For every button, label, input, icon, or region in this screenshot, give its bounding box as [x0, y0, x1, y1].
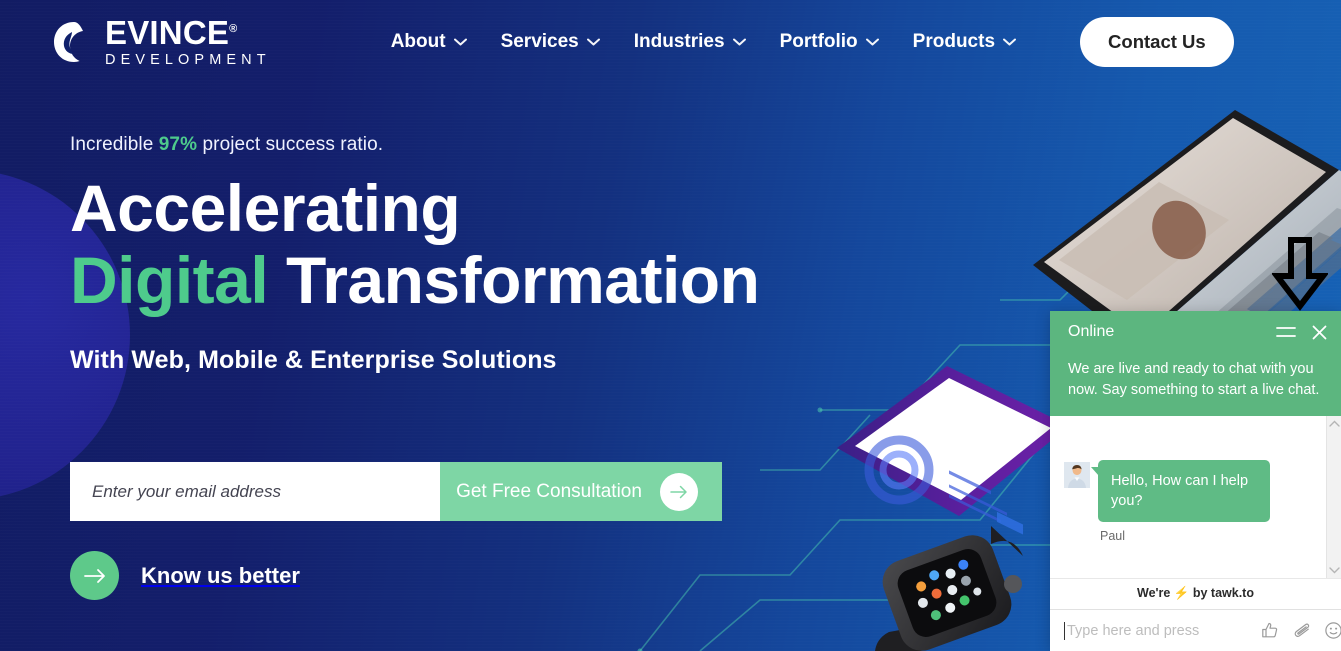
tawk-branding[interactable]: We're ⚡ by tawk.to — [1050, 578, 1341, 609]
hero-content: Incredible 97% project success ratio. Ac… — [70, 134, 760, 375]
chat-message-input[interactable] — [1064, 621, 1254, 640]
headline-highlight: Digital — [70, 242, 269, 317]
nav-label: Services — [500, 30, 579, 52]
site-logo[interactable]: EVINCE® DEVELOPMENT — [52, 16, 271, 68]
top-navigation-bar: EVINCE® DEVELOPMENT About Services Indus… — [0, 0, 1341, 83]
nav-item-portfolio[interactable]: Portfolio — [780, 31, 879, 53]
eyebrow-suffix: project success ratio. — [197, 134, 384, 155]
logo-name: EVINCE — [105, 13, 230, 51]
chat-status-badge: Online — [1068, 323, 1115, 340]
arrow-right-icon — [659, 472, 698, 511]
chat-message-sender: Paul — [1100, 529, 1126, 544]
know-us-better-label: Know us better — [141, 562, 300, 588]
nav-item-services[interactable]: Services — [501, 31, 600, 53]
hero-subheadline: With Web, Mobile & Enterprise Solutions — [70, 345, 557, 374]
email-input[interactable] — [70, 462, 440, 521]
user-avatar-icon — [1064, 462, 1090, 489]
spartan-helmet-icon — [54, 21, 83, 62]
chevron-down-icon — [453, 38, 467, 45]
arrow-right-icon — [70, 551, 119, 600]
nav-label: About — [390, 30, 446, 52]
know-us-better-link[interactable]: Know us better — [70, 551, 300, 600]
eyebrow-prefix: Incredible — [70, 134, 159, 155]
chat-message: Hello, How can I help you? Paul — [1064, 460, 1325, 543]
chat-scrollbar[interactable] — [1326, 416, 1341, 578]
branding-prefix: We're — [1137, 586, 1174, 600]
chat-header: Online We are live and ready to chat wit… — [1050, 311, 1341, 417]
headline-line-2: Digital Transformation — [70, 242, 760, 320]
close-icon[interactable] — [1312, 325, 1327, 340]
logo-tagline: DEVELOPMENT — [105, 51, 271, 68]
branding-suffix: by tawk.to — [1189, 586, 1254, 600]
nav-label: Industries — [633, 30, 725, 52]
chevron-down-icon — [732, 38, 746, 45]
nav-item-about[interactable]: About — [391, 31, 467, 53]
chevron-down-icon — [586, 38, 600, 45]
get-free-consultation-button[interactable]: Get Free Consultation — [440, 462, 722, 521]
arrow-down-icon — [1272, 237, 1328, 311]
chat-greeting-text: We are live and ready to chat with you n… — [1068, 361, 1320, 398]
chat-input-bar — [1050, 609, 1341, 651]
hero-eyebrow: Incredible 97% project success ratio. — [70, 134, 759, 156]
thumbs-up-icon[interactable] — [1260, 621, 1279, 640]
hamburger-menu-icon[interactable] — [1276, 325, 1296, 339]
chevron-down-icon — [1003, 38, 1017, 45]
contact-us-button[interactable]: Contact Us — [1080, 16, 1234, 67]
chevron-down-icon — [865, 38, 879, 45]
main-menu: About Services Industries Portfolio Prod… — [391, 16, 1234, 67]
nav-item-products[interactable]: Products — [912, 30, 1017, 53]
tawk-chat-widget: Online We are live and ready to chat wit… — [1050, 311, 1341, 651]
headline-line-1: Accelerating — [70, 171, 461, 245]
emoji-smile-icon[interactable] — [1324, 621, 1341, 640]
chat-message-bubble: Hello, How can I help you? — [1091, 460, 1270, 523]
page-title: Accelerating Digital Transformation — [70, 170, 760, 320]
logo-registered-mark: ® — [229, 22, 238, 35]
chevron-up-icon[interactable] — [1328, 420, 1340, 427]
chevron-down-icon[interactable] — [1328, 567, 1340, 574]
nav-label: Products — [912, 30, 996, 52]
paperclip-icon[interactable] — [1292, 621, 1311, 640]
chat-message-list: Hello, How can I help you? Paul — [1050, 416, 1341, 578]
lightning-bolt-icon: ⚡ — [1173, 586, 1190, 600]
newsletter-consultation-form: Get Free Consultation — [70, 462, 722, 521]
cta-label: Get Free Consultation — [456, 480, 642, 502]
headline-rest: Transformation — [268, 242, 760, 317]
nav-item-industries[interactable]: Industries — [634, 31, 746, 53]
success-ratio-stat: 97% — [158, 134, 198, 155]
nav-label: Portfolio — [779, 30, 858, 52]
